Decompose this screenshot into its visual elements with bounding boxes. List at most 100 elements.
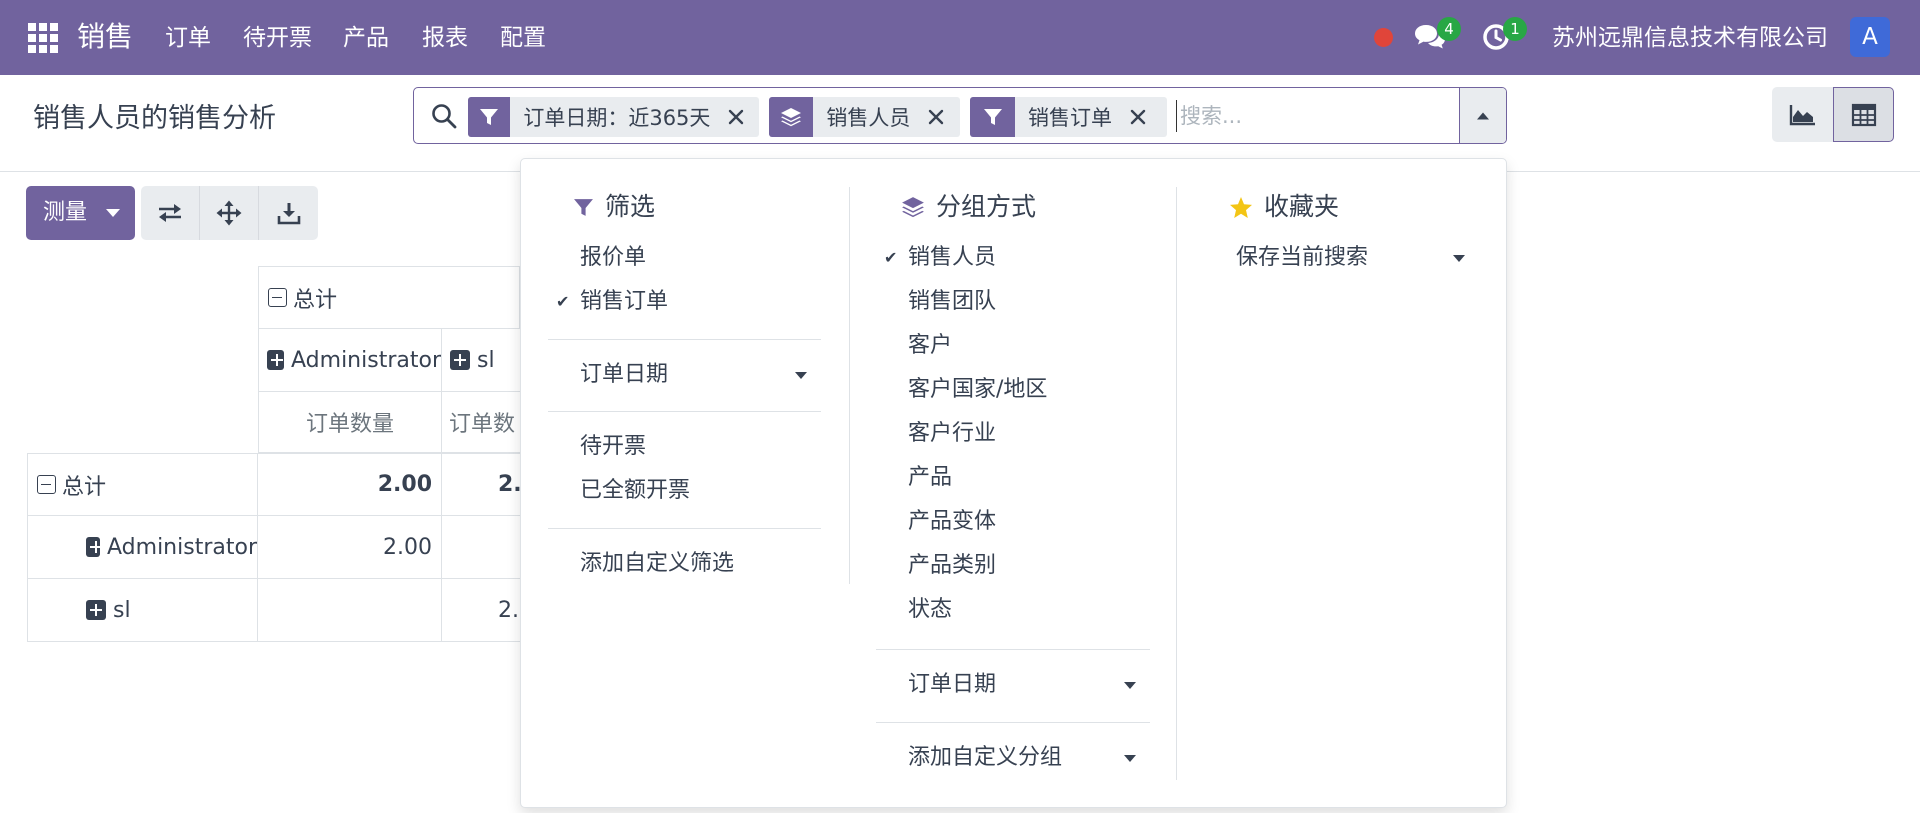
- app-brand[interactable]: 销售: [77, 17, 133, 57]
- caret-down-icon[interactable]: [1124, 755, 1136, 762]
- activities-badge: 1: [1503, 17, 1527, 41]
- facet-sales-order[interactable]: 销售订单: [970, 97, 1167, 137]
- separator: [876, 722, 1150, 723]
- filter-sales-orders[interactable]: 销售订单: [580, 285, 668, 319]
- caret-down-icon[interactable]: [1124, 682, 1136, 689]
- pivot-cell[interactable]: 2.0: [442, 453, 520, 516]
- separator: [876, 649, 1150, 650]
- search-bar[interactable]: 订单日期：近365天 销售人员 销售订单 搜索...: [413, 87, 1507, 144]
- pivot-tool-buttons: [141, 186, 319, 240]
- user-avatar[interactable]: A: [1850, 17, 1890, 57]
- text-cursor: [1176, 100, 1177, 132]
- header-label: 总计: [293, 287, 338, 313]
- groupby-customer-industry[interactable]: 客户行业: [908, 417, 996, 451]
- groupby-header: 分组方式: [901, 189, 1036, 225]
- company-switcher[interactable]: 苏州远鼎信息技术有限公司: [1552, 21, 1828, 55]
- filter-to-invoice[interactable]: 待开票: [580, 430, 646, 464]
- column-divider: [1176, 187, 1177, 780]
- filter-icon: [468, 97, 511, 137]
- collapse-icon: [37, 475, 56, 494]
- caret-down-icon[interactable]: [795, 372, 807, 379]
- pivot-row-header-sl[interactable]: sl: [27, 579, 258, 642]
- menu-item-reporting[interactable]: 报表: [422, 21, 468, 55]
- pivot-col-header-sl[interactable]: sl: [442, 329, 520, 392]
- groupby-salesperson[interactable]: 销售人员: [908, 241, 996, 275]
- header-label: sl: [477, 347, 495, 373]
- collapse-icon: [268, 288, 287, 307]
- pivot-cell[interactable]: 2.00: [258, 516, 442, 579]
- menu-item-to-invoice[interactable]: 待开票: [243, 21, 312, 55]
- favorites-header: 收藏夹: [1229, 189, 1339, 225]
- arrows-expand-icon: [216, 200, 242, 226]
- groupby-status[interactable]: 状态: [908, 593, 952, 627]
- filter-fully-invoiced[interactable]: 已全额开票: [580, 474, 690, 508]
- menu-item-products[interactable]: 产品: [343, 21, 389, 55]
- expand-icon: [450, 350, 470, 370]
- recording-indicator[interactable]: [1374, 28, 1393, 47]
- table-icon: [1851, 103, 1876, 126]
- close-icon[interactable]: [1126, 105, 1150, 129]
- header-label: Administrator: [291, 347, 441, 373]
- expand-icon: [267, 350, 285, 370]
- download-icon: [277, 203, 300, 225]
- measures-button[interactable]: 测量: [26, 186, 135, 240]
- caret-down-icon[interactable]: [1453, 255, 1465, 262]
- groupby-product-variant[interactable]: 产品变体: [908, 505, 996, 539]
- graph-view-button[interactable]: [1772, 87, 1833, 142]
- row-label: Administrator: [107, 534, 257, 560]
- caret-down-icon: [106, 209, 120, 217]
- row-label: 总计: [62, 474, 107, 500]
- expand-all-button[interactable]: [200, 186, 259, 240]
- row-label: sl: [113, 597, 131, 623]
- add-custom-filter[interactable]: 添加自定义筛选: [580, 547, 734, 581]
- separator: [548, 528, 821, 529]
- pivot-row-header-total[interactable]: 总计: [27, 453, 258, 516]
- groupby-product-category[interactable]: 产品类别: [908, 549, 996, 583]
- groupby-customer-country[interactable]: 客户国家/地区: [908, 373, 1047, 407]
- apps-menu-icon[interactable]: [28, 23, 58, 53]
- facet-label: 销售订单: [1028, 106, 1112, 130]
- close-icon[interactable]: [724, 105, 747, 129]
- pivot-cell[interactable]: 2.00: [258, 453, 442, 516]
- separator: [548, 339, 821, 340]
- search-input[interactable]: 搜索...: [1180, 100, 1242, 132]
- menu-item-orders[interactable]: 订单: [165, 21, 211, 55]
- groupby-sales-team[interactable]: 销售团队: [908, 285, 996, 319]
- pivot-cell[interactable]: [258, 579, 442, 642]
- search-options-dropdown: 筛选 报价单 ✔ 销售订单 订单日期 待开票 已全额开票 添加自定义筛选 分组方…: [520, 158, 1507, 808]
- groupby-customer[interactable]: 客户: [908, 329, 952, 363]
- layers-icon: [769, 97, 814, 137]
- separator: [548, 411, 821, 412]
- pivot-measure-header[interactable]: 订单数: [442, 392, 520, 453]
- filters-header: 筛选: [573, 189, 655, 225]
- view-switcher: [1772, 87, 1895, 142]
- close-icon[interactable]: [924, 105, 948, 129]
- messages-badge: 4: [1437, 17, 1461, 41]
- facet-order-date[interactable]: 订单日期：近365天: [468, 97, 759, 137]
- pivot-measure-header[interactable]: 订单数量: [258, 392, 442, 453]
- pivot-col-header-administrator[interactable]: Administrator: [258, 329, 442, 392]
- pivot-view-button[interactable]: [1833, 87, 1894, 142]
- menu-item-configuration[interactable]: 配置: [500, 21, 546, 55]
- pivot-row-header-administrator[interactable]: Administrator: [27, 516, 258, 579]
- pivot-col-header-total[interactable]: 总计: [258, 266, 520, 329]
- pivot-cell[interactable]: 2.0: [442, 579, 520, 642]
- measures-label: 测量: [43, 200, 88, 225]
- groupby-product[interactable]: 产品: [908, 461, 952, 495]
- add-custom-group[interactable]: 添加自定义分组: [908, 741, 1062, 775]
- groupby-title: 分组方式: [936, 192, 1037, 221]
- area-chart-icon: [1789, 104, 1815, 125]
- facet-label: 订单日期：近365天: [523, 106, 711, 130]
- pivot-cell[interactable]: [442, 516, 520, 579]
- filter-quotations[interactable]: 报价单: [580, 241, 646, 275]
- flip-axis-button[interactable]: [141, 186, 200, 240]
- search-options-toggle[interactable]: [1459, 88, 1506, 143]
- save-current-search[interactable]: 保存当前搜索: [1236, 241, 1368, 275]
- check-icon: ✔: [884, 248, 898, 267]
- filter-order-date[interactable]: 订单日期: [580, 358, 668, 392]
- download-button[interactable]: [259, 186, 318, 240]
- facet-label: 销售人员: [826, 106, 911, 130]
- facet-salesperson-groupby[interactable]: 销售人员: [769, 97, 960, 137]
- groupby-order-date[interactable]: 订单日期: [908, 668, 996, 702]
- exchange-icon: [159, 204, 181, 222]
